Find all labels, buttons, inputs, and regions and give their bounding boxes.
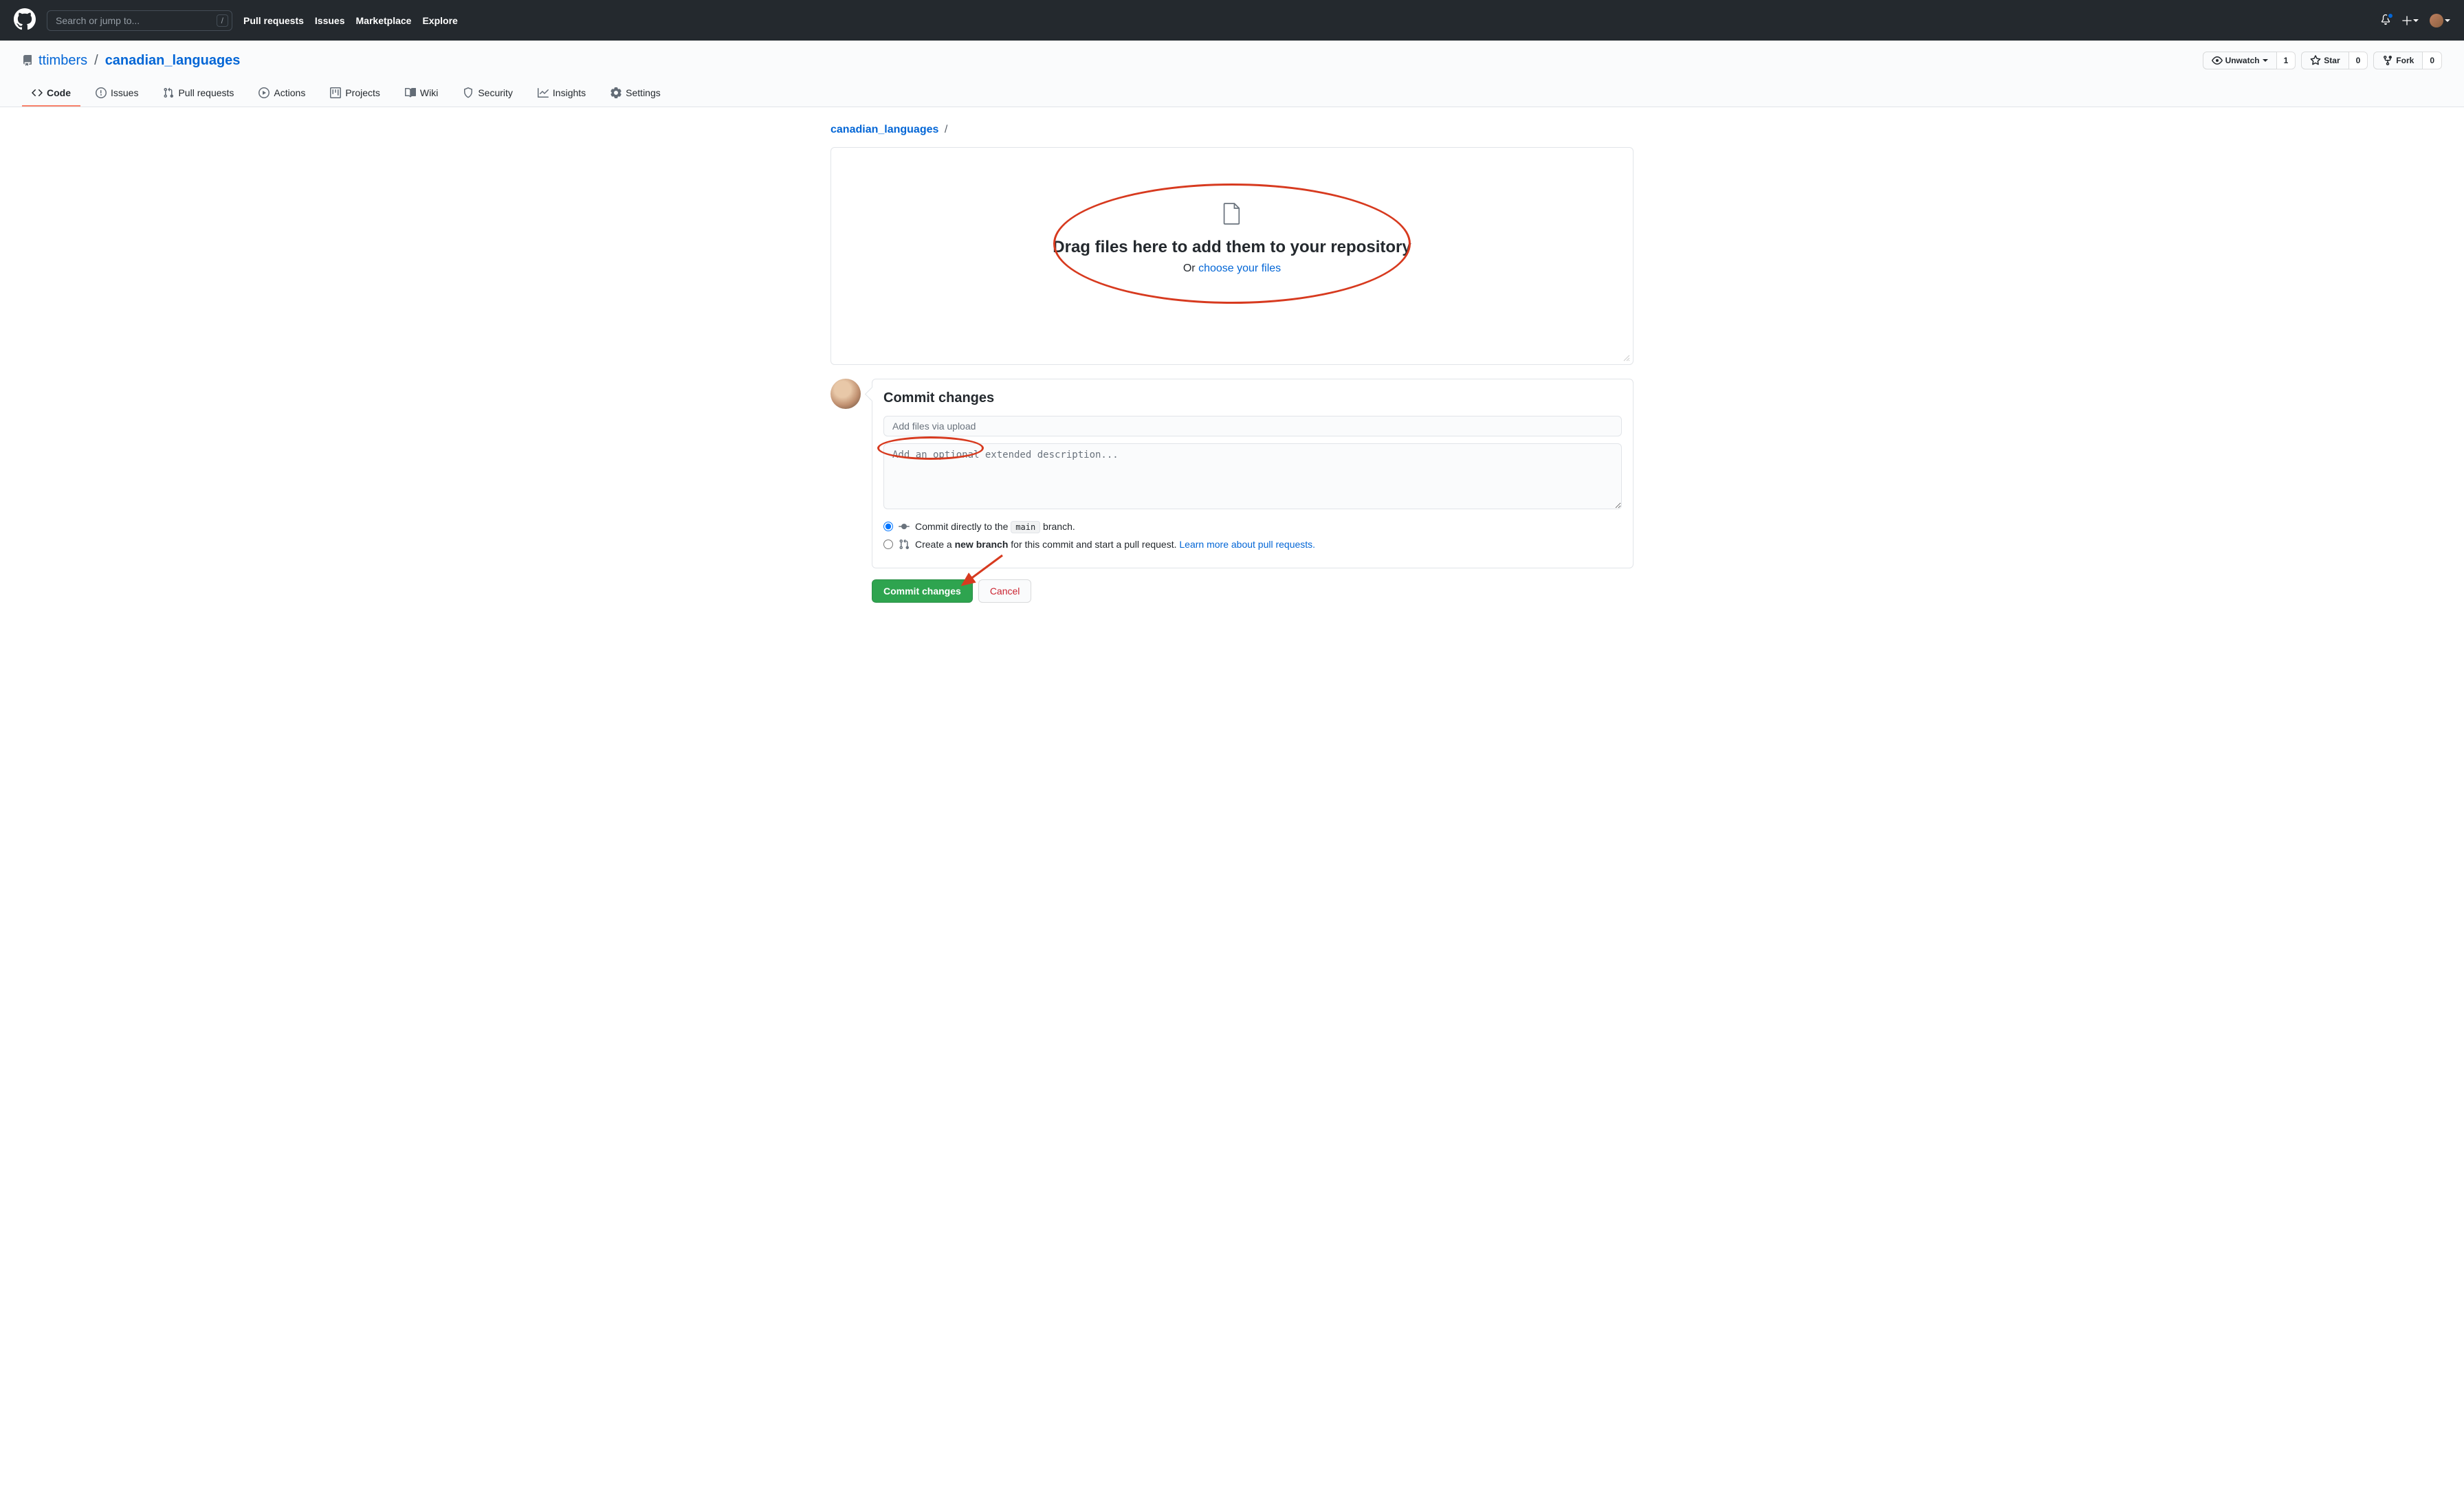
notifications-button[interactable] [2380, 14, 2391, 27]
tab-actions[interactable]: Actions [249, 80, 315, 107]
repo-title: ttimbers / canadian_languages [22, 53, 240, 69]
fork-button[interactable]: Fork [2373, 52, 2423, 69]
drop-title: Drag files here to add them to your repo… [845, 238, 1619, 257]
notification-dot-icon [2387, 12, 2394, 19]
avatar-icon [2430, 14, 2443, 27]
issue-icon [96, 87, 107, 98]
breadcrumb-root[interactable]: canadian_languages [830, 124, 938, 135]
search-slash-hint: / [217, 14, 228, 27]
plus-icon [2402, 16, 2412, 25]
caret-down-icon [2413, 18, 2419, 23]
fork-icon [2382, 55, 2393, 66]
nav-marketplace[interactable]: Marketplace [356, 15, 412, 26]
book-icon [405, 87, 416, 98]
create-new-menu[interactable] [2402, 16, 2419, 25]
radio-commit-direct[interactable] [883, 522, 893, 531]
header-right [2380, 14, 2450, 27]
search-input[interactable] [47, 10, 232, 31]
tab-pull-requests[interactable]: Pull requests [153, 80, 243, 107]
shield-icon [463, 87, 474, 98]
tab-settings[interactable]: Settings [601, 80, 670, 107]
choose-files-link[interactable]: choose your files [1198, 263, 1281, 274]
tab-wiki[interactable]: Wiki [395, 80, 448, 107]
repo-owner-link[interactable]: ttimbers [38, 53, 87, 69]
global-nav: Pull requests Issues Marketplace Explore [243, 15, 458, 26]
star-label: Star [2324, 56, 2340, 65]
user-menu[interactable] [2430, 14, 2450, 27]
gear-icon [610, 87, 622, 98]
tab-insights[interactable]: Insights [528, 80, 595, 107]
eye-icon [2212, 55, 2223, 66]
resize-handle-icon [1623, 355, 1630, 362]
star-button[interactable]: Star [2301, 52, 2348, 69]
repo-sep: / [94, 53, 98, 69]
commit-new-branch-option[interactable]: Create a new branch for this commit and … [883, 539, 1622, 550]
cancel-button[interactable]: Cancel [978, 579, 1032, 603]
caret-down-icon [2263, 58, 2268, 63]
repo-actions: Unwatch 1 Star 0 Fork 0 [2203, 52, 2442, 69]
pull-request-icon [899, 539, 910, 550]
forks-count[interactable]: 0 [2423, 52, 2442, 69]
nav-explore[interactable]: Explore [422, 15, 457, 26]
repo-tabs: Code Issues Pull requests Actions Projec… [22, 80, 2442, 107]
form-actions: Commit changes Cancel [872, 579, 1634, 603]
repo-name-link[interactable]: canadian_languages [105, 53, 241, 69]
unwatch-label: Unwatch [2225, 56, 2260, 65]
watchers-count[interactable]: 1 [2277, 52, 2296, 69]
commit-direct-option[interactable]: Commit directly to the main branch. [883, 521, 1622, 532]
commit-summary-input[interactable] [883, 416, 1622, 436]
nav-pull-requests[interactable]: Pull requests [243, 15, 304, 26]
nav-issues[interactable]: Issues [315, 15, 345, 26]
commit-section: Commit changes Commit directly to the ma… [830, 379, 1634, 568]
star-icon [2310, 55, 2321, 66]
repo-icon [22, 55, 33, 66]
github-logo-icon[interactable] [14, 8, 36, 32]
caret-down-icon [2445, 18, 2450, 23]
breadcrumb: canadian_languages / [830, 124, 1634, 136]
learn-pr-link[interactable]: Learn more about pull requests. [1179, 539, 1315, 550]
repo-header: ttimbers / canadian_languages Unwatch 1 … [0, 41, 2464, 107]
file-drop-zone[interactable]: Drag files here to add them to your repo… [830, 147, 1634, 365]
play-icon [258, 87, 270, 98]
tab-projects[interactable]: Projects [320, 80, 390, 107]
file-icon [1222, 216, 1242, 227]
search-box: / [47, 10, 232, 31]
git-commit-icon [899, 521, 910, 532]
tab-security[interactable]: Security [453, 80, 522, 107]
branch-chip: main [1011, 521, 1040, 533]
global-header: / Pull requests Issues Marketplace Explo… [0, 0, 2464, 41]
pull-request-icon [163, 87, 174, 98]
radio-new-branch[interactable] [883, 540, 893, 549]
code-icon [32, 87, 43, 98]
user-avatar[interactable] [830, 379, 861, 409]
fork-label: Fork [2396, 56, 2414, 65]
stargazers-count[interactable]: 0 [2349, 52, 2368, 69]
breadcrumb-sep: / [945, 124, 947, 135]
commit-form: Commit changes Commit directly to the ma… [872, 379, 1634, 568]
tab-code[interactable]: Code [22, 80, 80, 107]
unwatch-button[interactable]: Unwatch [2203, 52, 2277, 69]
tab-issues[interactable]: Issues [86, 80, 148, 107]
main-content: canadian_languages / Drag files here to … [820, 107, 1644, 619]
commit-changes-button[interactable]: Commit changes [872, 579, 973, 603]
graph-icon [538, 87, 549, 98]
or-choose-line: Or choose your files [845, 263, 1619, 275]
commit-description-textarea[interactable] [883, 443, 1622, 509]
project-icon [330, 87, 341, 98]
commit-heading: Commit changes [883, 390, 1622, 406]
